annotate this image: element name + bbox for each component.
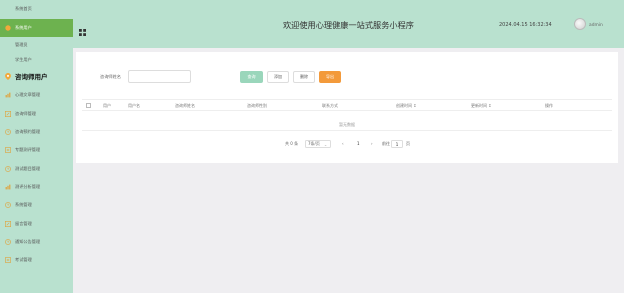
content-panel: 咨询师姓名 查询 添加 删除 导出 用户 用户名 咨询师姓名 咨询师性别 联系方… bbox=[76, 52, 618, 163]
column-header: 咨询师姓名 bbox=[175, 103, 195, 108]
sidebar-item-assessments[interactable]: 专题测评管理 bbox=[0, 146, 73, 154]
sidebar-item-label: 考试管理 bbox=[15, 257, 32, 262]
column-header: 用户 bbox=[103, 103, 111, 108]
sidebar-item-label: 管理员 bbox=[15, 42, 28, 47]
clock-icon bbox=[5, 166, 11, 172]
sidebar-item-label: 系统管理 bbox=[15, 202, 32, 207]
edit-icon bbox=[5, 111, 11, 117]
user-icon bbox=[5, 25, 11, 31]
page-size-value: 7条/页 bbox=[308, 141, 320, 146]
goto-page-input[interactable]: 1 bbox=[391, 140, 403, 148]
chevron-down-icon: ⌄ bbox=[323, 141, 328, 147]
chart-icon bbox=[5, 184, 11, 190]
goto-label: 前往 bbox=[382, 141, 390, 146]
column-header: 咨询师性别 bbox=[247, 103, 267, 108]
sidebar-item-label: 留言管理 bbox=[15, 221, 32, 226]
sidebar-item-exams[interactable]: 考试管理 bbox=[0, 256, 73, 264]
search-button[interactable]: 查询 bbox=[240, 71, 263, 83]
sidebar-item-label: 系统用户 bbox=[15, 25, 32, 30]
sidebar-item-analysis[interactable]: 测评分析管理 bbox=[0, 183, 73, 191]
sidebar-item-home[interactable]: 系统首页 bbox=[0, 4, 73, 14]
avatar[interactable] bbox=[574, 18, 586, 30]
sidebar-item-label: 咨询预约管理 bbox=[15, 129, 41, 134]
doc-icon bbox=[5, 147, 11, 153]
delete-button[interactable]: 删除 bbox=[293, 71, 315, 83]
clock-icon bbox=[5, 202, 11, 208]
column-header: 操作 bbox=[545, 103, 553, 108]
pagination-total: 共 0 条 bbox=[285, 141, 299, 146]
sidebar-item-label: 心理文章管理 bbox=[15, 92, 41, 97]
sidebar-item-label: 系统首页 bbox=[15, 6, 32, 11]
clock-icon bbox=[5, 239, 11, 245]
sidebar-item-questions[interactable]: 测试题目管理 bbox=[0, 165, 73, 173]
sidebar-item-label: 测评分析管理 bbox=[15, 184, 41, 189]
search-label: 咨询师姓名 bbox=[100, 74, 121, 79]
sidebar-item-appointments[interactable]: 咨询预约管理 bbox=[0, 128, 73, 136]
column-header: 用户名 bbox=[128, 103, 140, 108]
sidebar-item-label: 测试题目管理 bbox=[15, 166, 41, 171]
prev-page-button[interactable]: ‹ bbox=[342, 141, 344, 146]
sidebar-item-label: 通知公告管理 bbox=[15, 239, 41, 244]
sidebar-item-label: 咨询师用户 bbox=[15, 73, 48, 81]
add-button[interactable]: 添加 bbox=[267, 71, 289, 83]
page-number-current[interactable]: 1 bbox=[357, 141, 360, 146]
edit-icon bbox=[5, 221, 11, 227]
datetime-display: 2024.04.15 16:32:34 bbox=[499, 22, 552, 28]
sidebar-item-system[interactable]: 系统管理 bbox=[0, 201, 73, 209]
sidebar-item-label: 咨询师管理 bbox=[15, 111, 36, 116]
sidebar-item-students[interactable]: 学生用户 bbox=[0, 56, 73, 64]
page-size-select[interactable]: 7条/页 ⌄ bbox=[305, 140, 331, 148]
chart-icon bbox=[5, 92, 11, 98]
home-icon bbox=[5, 6, 11, 12]
sidebar-item-counselor-users[interactable]: 咨询师用户 bbox=[0, 71, 73, 81]
sidebar-item-label: 专题测评管理 bbox=[15, 147, 41, 152]
next-page-button[interactable]: › bbox=[371, 141, 373, 146]
empty-state-text: 暂无数据 bbox=[339, 122, 355, 127]
sidebar-item-system-users[interactable]: 系统用户 bbox=[0, 19, 73, 37]
sidebar-item-messages[interactable]: 留言管理 bbox=[0, 220, 73, 228]
column-header: 联系方式 bbox=[322, 103, 338, 108]
top-header: 欢迎使用心理健康一站式服务小程序 2024.04.15 16:32:34 adm… bbox=[73, 0, 624, 48]
divider bbox=[82, 130, 612, 131]
sidebar-item-counselors[interactable]: 咨询师管理 bbox=[0, 110, 73, 118]
select-all-checkbox[interactable] bbox=[86, 103, 91, 108]
export-button[interactable]: 导出 bbox=[319, 71, 341, 83]
sidebar-item-label: 学生用户 bbox=[15, 57, 32, 62]
table-header: 用户 用户名 咨询师姓名 咨询师性别 联系方式 创建时间 ↕ 更新时间 ↕ 操作 bbox=[82, 99, 612, 111]
sidebar-item-notices[interactable]: 通知公告管理 bbox=[0, 238, 73, 246]
doc-icon bbox=[5, 257, 11, 263]
column-header-sortable[interactable]: 更新时间 ↕ bbox=[471, 103, 492, 109]
sidebar: 系统首页 系统用户 管理员 学生用户 咨询师用户 心理文章管理 咨询师管理 咨询… bbox=[0, 0, 73, 293]
clock-icon bbox=[5, 129, 11, 135]
goto-suffix: 页 bbox=[406, 141, 410, 146]
sidebar-item-admins[interactable]: 管理员 bbox=[0, 41, 73, 49]
sidebar-item-articles[interactable]: 心理文章管理 bbox=[0, 91, 73, 99]
map-pin-icon bbox=[5, 72, 11, 80]
username-label[interactable]: admin bbox=[589, 23, 603, 28]
column-header-sortable[interactable]: 创建时间 ↕ bbox=[396, 103, 417, 109]
search-input[interactable] bbox=[128, 70, 191, 83]
